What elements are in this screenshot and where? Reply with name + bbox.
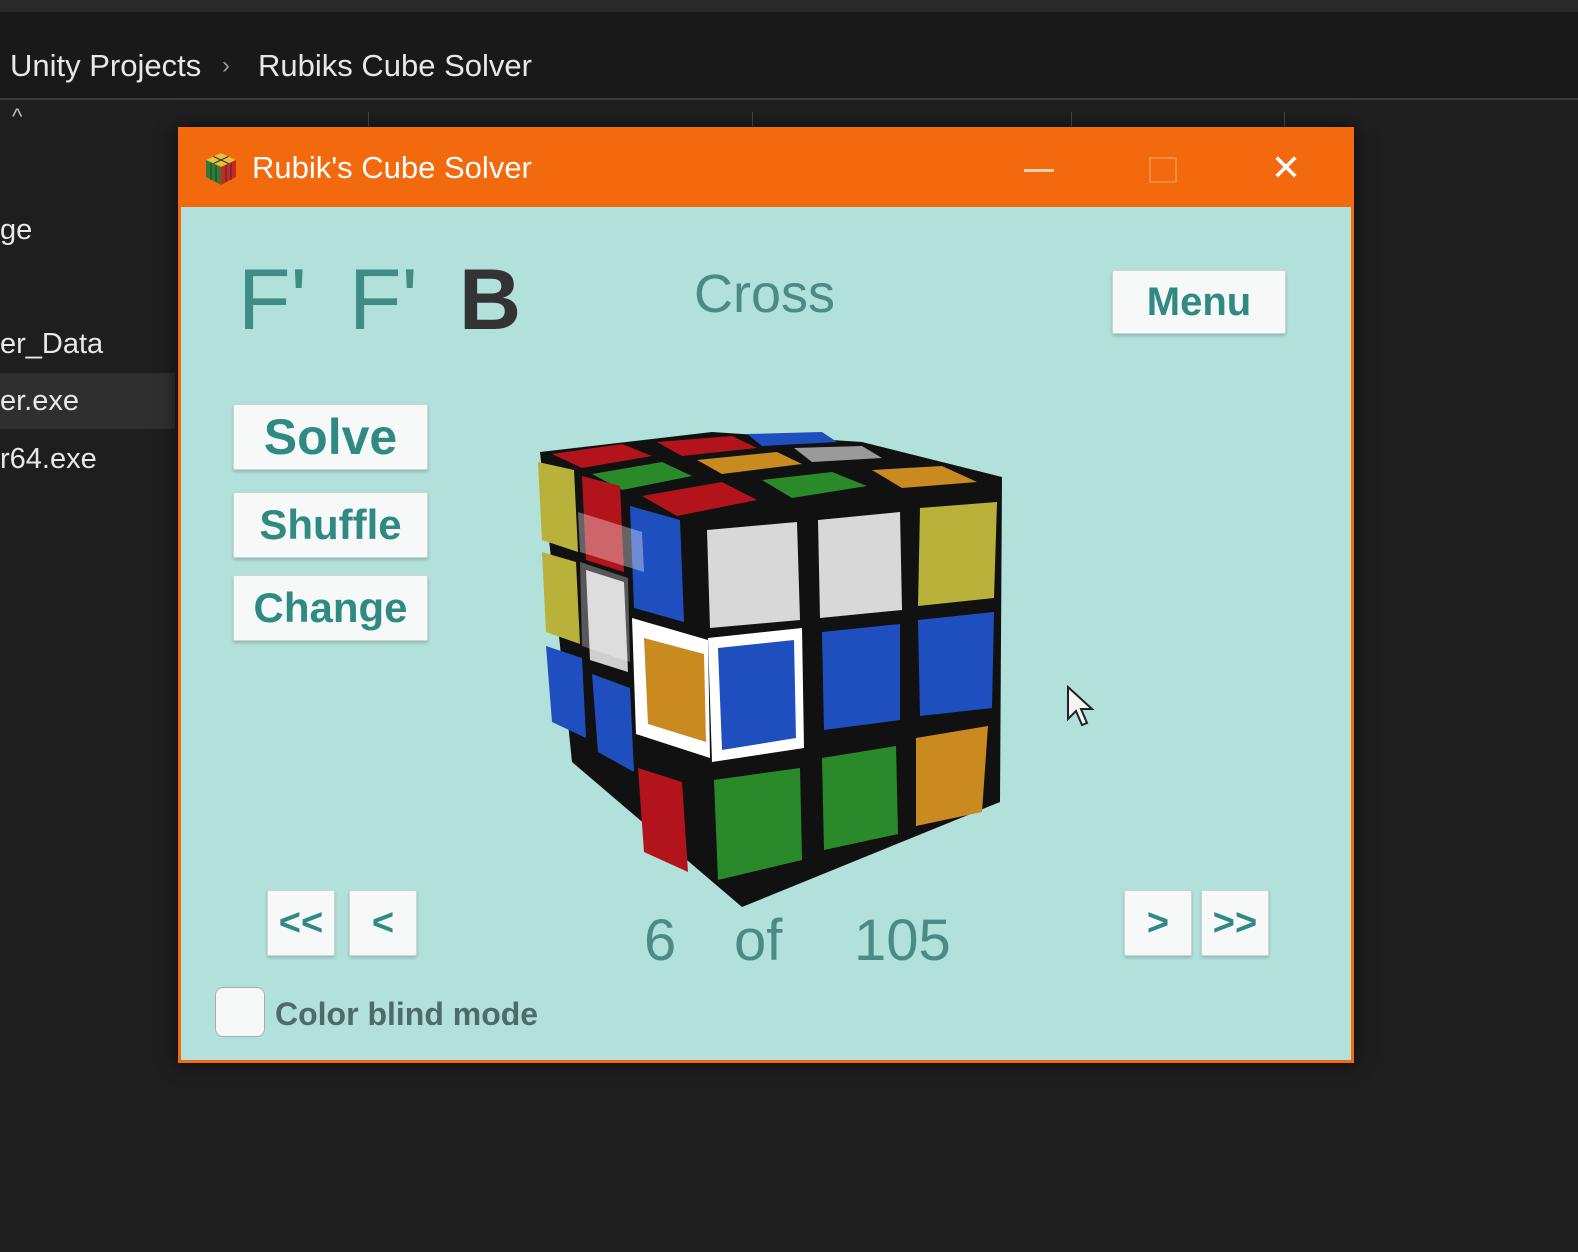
window-title: Rubik's Cube Solver (252, 150, 532, 185)
chevron-up-icon[interactable]: ^ (12, 104, 22, 130)
rubiks-cube-icon (206, 153, 236, 185)
menu-button[interactable]: Menu (1112, 270, 1286, 334)
color-blind-checkbox[interactable] (215, 987, 265, 1037)
file-list-item[interactable]: ge (0, 202, 175, 258)
file-list-item[interactable]: er_Data (0, 316, 175, 372)
previous-step-button[interactable]: < (349, 890, 417, 956)
rubiks-cube-3d-view[interactable] (532, 422, 1032, 912)
current-move-label: B (459, 252, 522, 348)
move-label: F' (238, 252, 307, 348)
stage-label: Cross (694, 264, 836, 324)
last-step-button[interactable]: >> (1201, 890, 1269, 956)
breadcrumb-unity-projects[interactable]: Unity Projects (10, 48, 201, 84)
close-icon: ✕ (1270, 147, 1302, 188)
solver-canvas: F' F' B Cross Menu Solve Shuffle Change (181, 207, 1351, 1060)
chevron-right-icon: › (222, 52, 230, 79)
step-of-label: of (734, 908, 783, 973)
address-bar[interactable]: Unity Projects › Rubiks Cube Solver (0, 12, 1578, 100)
current-step: 6 (644, 908, 677, 973)
solver-window: Rubik's Cube Solver ✕ F' F' B Cross Menu… (178, 127, 1354, 1063)
total-steps: 105 (854, 908, 951, 973)
move-label: F' (349, 252, 418, 348)
shuffle-button[interactable]: Shuffle (233, 492, 428, 558)
maximize-icon (1149, 157, 1177, 183)
minimize-icon (1024, 169, 1054, 172)
color-blind-label: Color blind mode (275, 996, 539, 1032)
solve-button[interactable]: Solve (233, 404, 428, 470)
maximize-button[interactable] (1131, 141, 1191, 195)
top-strip (0, 0, 1578, 12)
minimize-button[interactable] (1008, 141, 1068, 195)
first-step-button[interactable]: << (267, 890, 335, 956)
file-list-item[interactable]: er.exe (0, 373, 175, 429)
next-step-button[interactable]: > (1124, 890, 1192, 956)
mouse-pointer-icon (1067, 685, 1095, 727)
change-button[interactable]: Change (233, 575, 428, 641)
title-bar[interactable]: Rubik's Cube Solver ✕ (178, 127, 1354, 207)
close-button[interactable]: ✕ (1256, 141, 1316, 195)
file-list-item[interactable]: r64.exe (0, 431, 175, 487)
breadcrumb-rubiks-cube-solver[interactable]: Rubiks Cube Solver (258, 48, 532, 84)
column-header (0, 100, 1578, 130)
